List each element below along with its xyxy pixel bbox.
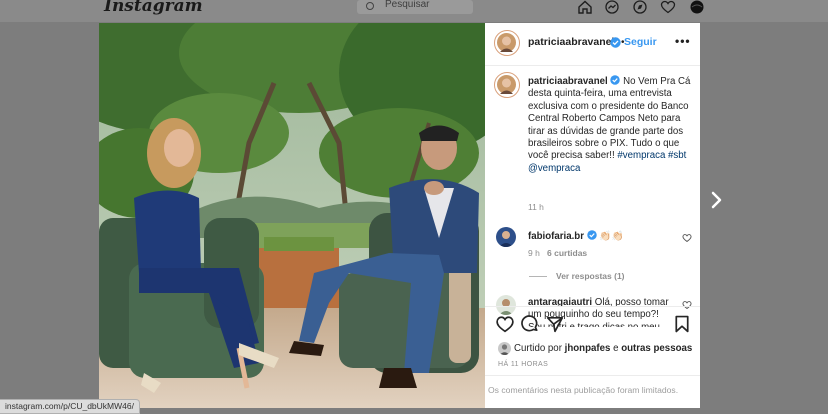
heart-icon[interactable] bbox=[660, 0, 676, 14]
caption-text: No Vem Pra Cá desta quinta-feira, uma en… bbox=[528, 76, 691, 162]
comment-username[interactable]: fabiofaria.br bbox=[528, 231, 584, 242]
caption-time[interactable]: 11 h bbox=[528, 202, 544, 212]
comment-icon[interactable] bbox=[521, 314, 539, 334]
comment-likes[interactable]: 6 curtidas bbox=[547, 248, 587, 258]
avatar-image bbox=[499, 231, 513, 247]
actions-divider bbox=[485, 306, 700, 307]
profile-icon[interactable] bbox=[689, 0, 705, 14]
liker-avatar[interactable] bbox=[498, 342, 511, 355]
header-divider bbox=[485, 65, 700, 66]
more-icon[interactable]: ••• bbox=[675, 34, 691, 48]
comment-avatar[interactable] bbox=[496, 295, 516, 315]
search-placeholder: Pesquisar bbox=[385, 0, 430, 10]
comment-like-icon[interactable] bbox=[682, 300, 692, 310]
avatar-image bbox=[497, 33, 516, 52]
verified-icon bbox=[610, 37, 621, 48]
comments-limited-notice: Os comentários nesta publicação foram li… bbox=[488, 385, 679, 395]
comment-avatar[interactable] bbox=[496, 227, 516, 247]
caption-mention[interactable]: @vempraca bbox=[528, 163, 580, 174]
browser-status-url: instagram.com/p/CU_dbUkMW46/ bbox=[0, 399, 140, 414]
explore-icon[interactable] bbox=[632, 0, 648, 14]
caption-username[interactable]: patriciaabravanel bbox=[528, 76, 608, 87]
post-photo-illustration bbox=[99, 23, 485, 408]
comment: fabiofaria.br 👏🏻👏🏻 bbox=[528, 230, 678, 243]
footer-divider bbox=[485, 375, 700, 376]
comment-text: 👏🏻👏🏻 bbox=[599, 231, 624, 242]
liked-by-others[interactable]: outras pessoas bbox=[621, 343, 692, 354]
post-image[interactable] bbox=[99, 23, 485, 408]
replies-line bbox=[529, 276, 547, 277]
view-replies-button[interactable]: Ver respostas (1) bbox=[556, 271, 625, 281]
avatar-image bbox=[499, 299, 513, 315]
like-icon[interactable] bbox=[496, 314, 514, 334]
post-caption: patriciaabravanel No Vem Pra Cá desta qu… bbox=[528, 75, 693, 175]
search-icon bbox=[366, 2, 374, 10]
caption-hashtags[interactable]: #vempraca #sbt bbox=[617, 150, 686, 161]
verified-icon bbox=[586, 230, 597, 240]
avatar-image bbox=[499, 344, 510, 355]
caption-avatar[interactable] bbox=[494, 72, 520, 98]
follow-button[interactable]: Seguir bbox=[624, 36, 657, 48]
chevron-right-icon[interactable] bbox=[710, 190, 724, 210]
liked-by-user[interactable]: jhonpafes bbox=[565, 343, 611, 354]
header-avatar[interactable] bbox=[494, 30, 520, 56]
liked-by: Curtido por jhonpafes e outras pessoas bbox=[498, 342, 698, 356]
share-icon[interactable] bbox=[546, 314, 564, 334]
liked-by-connector: e bbox=[613, 343, 619, 354]
comment-like-icon[interactable] bbox=[682, 233, 692, 243]
instagram-logo[interactable]: Instagram bbox=[104, 0, 203, 16]
post-timestamp[interactable]: HÁ 11 HORAS bbox=[498, 361, 548, 368]
verified-icon bbox=[610, 75, 621, 85]
post-details-panel: patriciaabravanel • Seguir ••• patriciaa… bbox=[485, 23, 700, 408]
avatar-image bbox=[497, 75, 516, 94]
bookmark-icon[interactable] bbox=[674, 314, 690, 334]
liked-by-prefix: Curtido por bbox=[514, 343, 562, 354]
liked-by-text: Curtido por jhonpafes e outras pessoas bbox=[514, 343, 692, 354]
header-username[interactable]: patriciaabravanel bbox=[528, 36, 614, 48]
messenger-icon[interactable] bbox=[604, 0, 620, 14]
comments-list[interactable]: patriciaabravanel No Vem Pra Cá desta qu… bbox=[485, 67, 700, 327]
search-box[interactable]: Pesquisar bbox=[357, 0, 473, 14]
home-icon[interactable] bbox=[577, 0, 593, 14]
top-navigation: Instagram Pesquisar bbox=[0, 0, 828, 22]
comment-time[interactable]: 9 h bbox=[528, 248, 540, 258]
